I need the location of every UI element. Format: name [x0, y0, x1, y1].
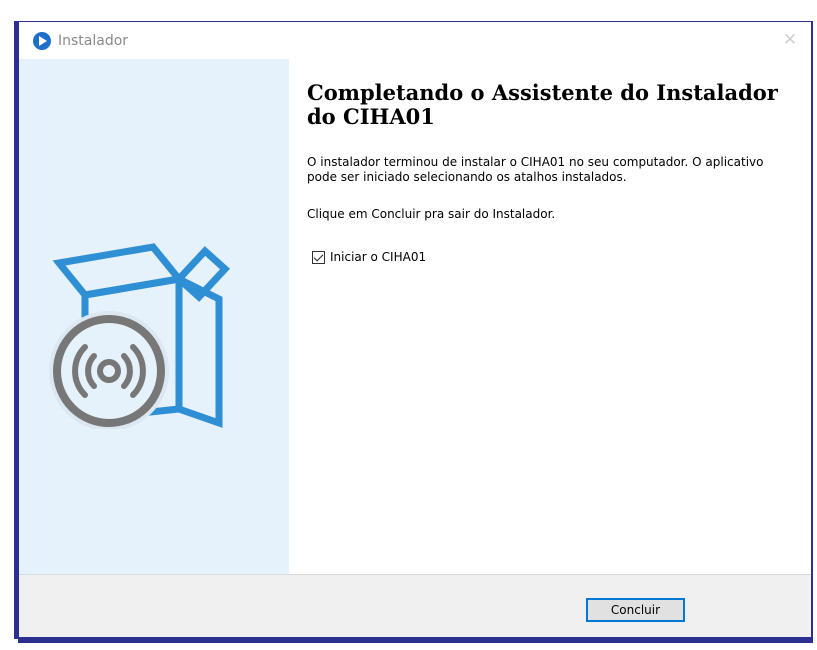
- exit-instruction: Clique em Concluir pra sair do Instalado…: [307, 207, 556, 221]
- box-with-disc-icon: [49, 243, 230, 429]
- completion-message: O instalador terminou de instalar o CIHA…: [307, 155, 764, 184]
- installer-app-icon: [33, 31, 51, 50]
- installer-window: Instalador ✕ Completando o Assistente do…: [18, 21, 813, 639]
- launch-app-checkbox[interactable]: [312, 250, 325, 264]
- close-button[interactable]: ✕: [779, 29, 801, 51]
- launch-app-checkbox-row[interactable]: Iniciar o CIHA01: [312, 250, 426, 264]
- finish-button[interactable]: Concluir: [586, 598, 685, 622]
- launch-app-label[interactable]: Iniciar o CIHA01: [330, 250, 426, 264]
- page-title: Completando o Assistente do Instalador d…: [307, 80, 778, 129]
- footer-bar: Concluir: [19, 574, 811, 637]
- window-title: Instalador: [58, 32, 129, 49]
- content-panel: Completando o Assistente do Instalador d…: [289, 59, 811, 574]
- side-panel: [19, 59, 289, 574]
- title-bar[interactable]: Instalador ✕: [19, 22, 811, 59]
